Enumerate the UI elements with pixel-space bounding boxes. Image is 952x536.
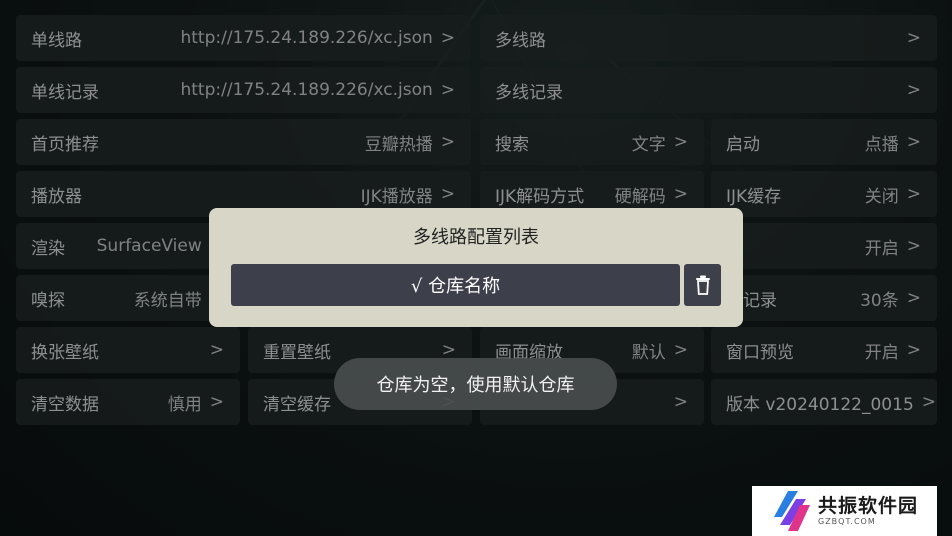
dialog-title: 多线路配置列表 (413, 227, 539, 248)
trash-icon (695, 275, 710, 295)
toast-message: 仓库为空，使用默认仓库 (334, 358, 617, 410)
repo-item-label: √ 仓库名称 (410, 276, 501, 297)
watermark: 共振软件园 GZBQT.COM (752, 486, 937, 536)
delete-repo-button[interactable] (684, 264, 721, 306)
multi-line-config-dialog: 多线路配置列表 √ 仓库名称 (209, 208, 743, 327)
watermark-name: 共振软件园 (818, 495, 919, 517)
brand-logo-icon (774, 491, 810, 531)
toast-text: 仓库为空，使用默认仓库 (376, 375, 575, 396)
watermark-domain: GZBQT.COM (818, 517, 876, 526)
repo-list-item[interactable]: √ 仓库名称 (231, 264, 680, 306)
